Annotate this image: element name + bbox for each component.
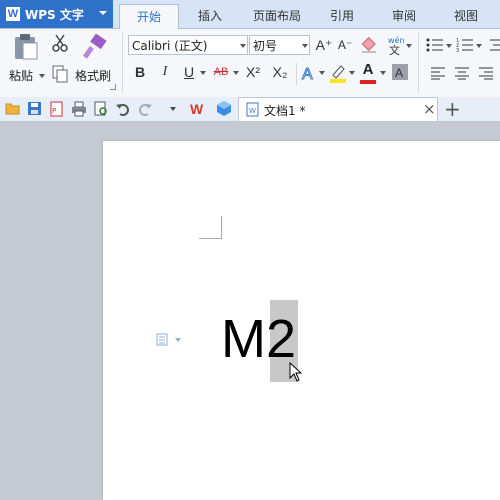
chevron-down-icon[interactable] [349,71,355,75]
svg-text:A: A [302,66,313,82]
document-text-main: M [221,309,266,369]
align-right-icon[interactable] [478,66,494,80]
chevron-down-icon[interactable] [200,71,206,75]
wps-app-menu-button[interactable]: W WPS 文字 [0,0,113,28]
scissors-icon[interactable] [51,34,69,52]
wps-logo-icon: W [6,7,20,21]
copy-icon[interactable] [52,65,68,83]
svg-text:3: 3 [456,48,459,53]
tab-insert[interactable]: 插入 [188,4,232,28]
chevron-down-icon[interactable] [170,107,176,111]
chevron-down-icon [302,44,308,48]
divider [122,33,123,93]
format-painter-label[interactable]: 格式刷 [75,67,111,84]
document-text-selected: 2 [265,309,297,369]
chevron-down-icon[interactable] [233,71,239,75]
shrink-font-button[interactable]: A⁻ [336,36,354,54]
format-painter-icon[interactable] [82,34,108,60]
text-effect-icon[interactable]: A [300,64,318,83]
document-icon: W [246,102,259,117]
menu-bar: W WPS 文字 开始 插入 页面布局 引用 审阅 视图 [0,0,500,29]
bold-button[interactable]: B [132,63,148,81]
clipboard-icon [15,34,38,60]
superscript-button[interactable]: X² [243,63,263,81]
print-icon[interactable] [71,101,87,117]
font-name-value: Calibri (正文) [132,39,208,53]
undo-icon[interactable] [115,101,131,117]
app-title: WPS 文字 [25,7,84,22]
chevron-down-icon[interactable] [406,44,412,48]
indent-icon[interactable] [488,37,500,53]
document-body-text[interactable]: M2 [221,307,296,371]
tab-start[interactable]: 开始 [119,4,179,29]
mouse-pointer-icon [289,362,303,382]
ribbon: 粘贴 格式刷 Calibri (正文) 初号 A⁺ A⁻ wén 文 1 2 3… [0,29,500,98]
print-preview-icon[interactable] [93,101,109,117]
paragraph-layout-icon[interactable] [156,333,168,346]
wps-cloud-logo-icon[interactable]: W [190,101,208,117]
save-icon[interactable] [27,101,42,116]
font-name-select[interactable]: Calibri (正文) [128,35,248,55]
document-tab[interactable]: W 文档1 * × [238,97,438,121]
svg-text:W: W [190,101,204,117]
divider [418,63,419,85]
tab-view[interactable]: 视图 [445,4,487,28]
chevron-down-icon[interactable] [380,71,386,75]
paste-button[interactable]: 粘贴 [6,33,46,93]
font-color-bar [360,80,376,84]
align-center-icon[interactable] [454,66,470,80]
chevron-down-icon [240,44,246,48]
subscript-button[interactable]: X₂ [270,63,290,81]
character-shading-icon[interactable]: A [392,64,408,80]
open-folder-icon[interactable] [5,101,21,116]
svg-text:文: 文 [389,43,400,56]
paste-label: 粘贴 [9,69,34,83]
export-pdf-icon[interactable]: P [49,101,65,117]
tab-references[interactable]: 引用 [322,4,362,28]
font-size-value: 初号 [253,39,278,53]
clear-format-icon[interactable] [360,36,378,54]
numbered-list-icon[interactable]: 1 2 3 [456,37,474,53]
tab-review[interactable]: 审阅 [383,4,425,28]
svg-text:W: W [249,107,256,115]
bullet-list-icon[interactable] [426,37,444,53]
redo-icon[interactable] [137,101,153,117]
svg-text:A: A [395,66,403,80]
chevron-down-icon[interactable] [446,44,452,48]
chevron-down-icon[interactable] [175,338,181,342]
italic-button[interactable]: I [157,63,173,81]
tab-page-layout[interactable]: 页面布局 [246,4,308,28]
underline-button[interactable]: U [181,63,197,81]
strikethrough-button[interactable]: AB [210,63,232,81]
dialog-launcher-icon[interactable] [110,84,116,90]
font-color-button[interactable]: A [359,61,377,79]
chevron-down-icon[interactable] [319,71,325,75]
font-size-select[interactable]: 初号 [249,35,310,55]
phonetic-guide-icon[interactable]: wén 文 [386,34,408,56]
align-left-icon[interactable] [430,66,446,80]
chevron-down-icon [99,11,107,15]
document-page[interactable]: M2 [103,141,500,500]
close-tab-button[interactable]: × [423,100,436,118]
chevron-down-icon[interactable] [476,44,482,48]
new-tab-button[interactable]: + [444,97,461,121]
margin-corner-mark [199,216,222,239]
grow-font-button[interactable]: A⁺ [315,36,333,54]
chevron-down-icon [39,74,45,78]
document-tab-label: 文档1 * [264,104,306,118]
divider [296,63,297,85]
svg-text:P: P [52,107,56,115]
cube-icon[interactable] [216,100,232,117]
highlight-icon[interactable] [329,63,347,83]
